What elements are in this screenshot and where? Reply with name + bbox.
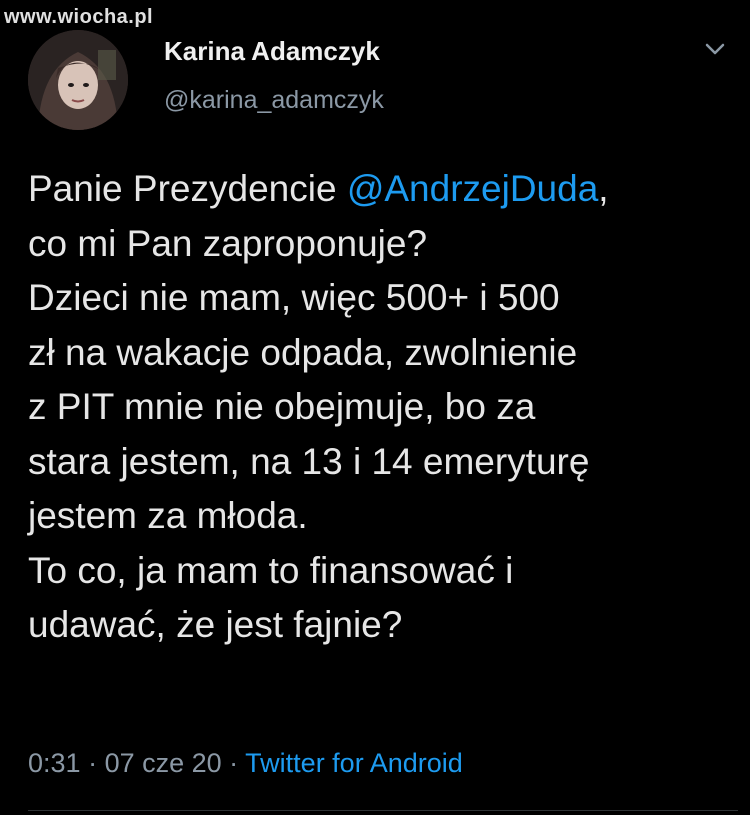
tweet-line-3: Dzieci nie mam, więc 500+ i 500 xyxy=(28,277,560,318)
tweet-date[interactable]: 07 cze 20 xyxy=(105,748,222,778)
divider xyxy=(28,810,738,811)
tweet-meta: 0:31 · 07 cze 20 · Twitter for Android xyxy=(28,748,463,779)
tweet-line-8: To co, ja mam to finansować i xyxy=(28,549,514,591)
tweet-line-2: co mi Pan zaproponuje? xyxy=(28,222,428,264)
tweet-line-5: z PIT mnie nie obejmuje, bo za xyxy=(28,386,536,427)
tweet-time[interactable]: 0:31 xyxy=(28,748,81,778)
avatar[interactable] xyxy=(28,30,128,130)
tweet-line-4: zł na wakacje odpada, zwolnienie xyxy=(28,331,578,373)
tweet-line-7: jestem za młoda. xyxy=(28,495,308,536)
tweet-line-1-end: , xyxy=(598,168,609,209)
tweet-prefix: Panie Prezydencie xyxy=(28,168,347,209)
tweet-text: Panie Prezydencie @AndrzejDuda, co mi Pa… xyxy=(28,162,738,653)
author-handle[interactable]: @karina_adamczyk xyxy=(164,86,384,115)
watermark: www.wiocha.pl xyxy=(4,6,154,28)
avatar-image xyxy=(28,30,128,130)
meta-separator: · xyxy=(80,748,105,778)
meta-separator: · xyxy=(221,748,246,778)
chevron-down-icon[interactable] xyxy=(702,36,728,62)
mention-link[interactable]: @AndrzejDuda xyxy=(347,168,598,209)
tweet-line-6: stara jestem, na 13 i 14 emeryturę xyxy=(28,440,590,482)
tweet-line-1: Panie Prezydencie @AndrzejDuda, xyxy=(28,162,738,217)
source-app-link[interactable]: Twitter for Android xyxy=(245,748,463,778)
author-name[interactable]: Karina Adamczyk xyxy=(164,36,380,67)
tweet-line-9: udawać, że jest fajnie? xyxy=(28,604,403,645)
